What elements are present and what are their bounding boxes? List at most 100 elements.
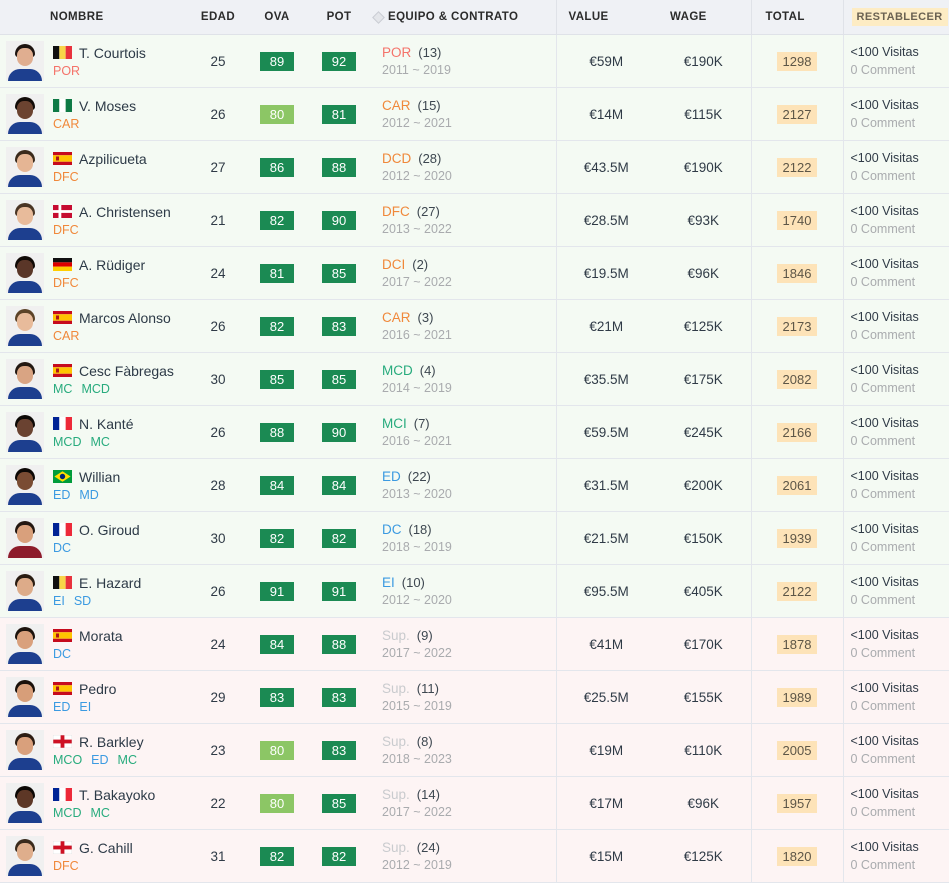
table-row[interactable]: G. Cahill DFC 31 82 82 Sup. (24) 2012 ~ 2019 €15…: [0, 829, 949, 883]
player-name[interactable]: Marcos Alonso: [79, 310, 171, 326]
table-row[interactable]: Marcos Alonso CAR 26 82 83 CAR (3) 2016 ~ 2021 €…: [0, 299, 949, 353]
table-row[interactable]: O. Giroud DC 30 82 82 DC (18) 2018 ~ 2019 €21.5M…: [0, 511, 949, 565]
cell-visitas[interactable]: <100 Visitas 0 Comment: [842, 670, 949, 724]
cell-equipo-contrato[interactable]: Sup. (9) 2017 ~ 2022: [370, 617, 556, 671]
cell-nombre[interactable]: Marcos Alonso CAR: [0, 299, 190, 353]
player-name[interactable]: T. Courtois: [79, 45, 146, 61]
cell-nombre[interactable]: N. Kanté MCD MC: [0, 405, 190, 459]
cell-equipo-contrato[interactable]: ED (22) 2013 ~ 2020: [370, 458, 556, 512]
contract-years: 2014 ~ 2019: [382, 381, 452, 395]
cell-visitas[interactable]: <100 Visitas 0 Comment: [842, 246, 949, 300]
table-row[interactable]: A. Christensen DFC 21 82 90 DFC (27) 2013 ~ 202…: [0, 193, 949, 247]
cell-pot: 85: [308, 776, 370, 830]
table-row[interactable]: Morata DC 24 84 88 Sup. (9) 2017 ~ 2022 €41M €170…: [0, 617, 949, 671]
cell-visitas[interactable]: <100 Visitas 0 Comment: [842, 458, 949, 512]
cell-visitas[interactable]: <100 Visitas 0 Comment: [842, 87, 949, 141]
table-row[interactable]: Cesc Fàbregas MC MCD 30 85 85 MCD (4) 2014 ~ 201…: [0, 352, 949, 406]
cell-nombre[interactable]: Cesc Fàbregas MC MCD: [0, 352, 190, 406]
cell-visitas[interactable]: <100 Visitas 0 Comment: [842, 405, 949, 459]
cell-visitas[interactable]: <100 Visitas 0 Comment: [842, 140, 949, 194]
table-row[interactable]: T. Bakayoko MCD MC 22 80 85 Sup. (14) 2017 ~ 202…: [0, 776, 949, 830]
cell-nombre[interactable]: V. Moses CAR: [0, 87, 190, 141]
column-header-value[interactable]: VALUE: [555, 0, 656, 35]
cell-nombre[interactable]: A. Rüdiger DFC: [0, 246, 190, 300]
player-name[interactable]: Morata: [79, 628, 123, 644]
player-name[interactable]: R. Barkley: [79, 734, 144, 750]
table-row[interactable]: T. Courtois POR 25 89 92 POR (13) 2011 ~ 2019 €5…: [0, 34, 949, 88]
cell-equipo-contrato[interactable]: CAR (15) 2012 ~ 2021: [370, 87, 556, 141]
cell-equipo-contrato[interactable]: DCD (28) 2012 ~ 2020: [370, 140, 556, 194]
player-name[interactable]: Willian: [79, 469, 120, 485]
cell-nombre[interactable]: A. Christensen DFC: [0, 193, 190, 247]
cell-nombre[interactable]: G. Cahill DFC: [0, 829, 190, 883]
header-label-nombre: NOMBRE: [50, 11, 104, 23]
cell-visitas[interactable]: <100 Visitas 0 Comment: [842, 299, 949, 353]
cell-equipo-contrato[interactable]: Sup. (14) 2017 ~ 2022: [370, 776, 556, 830]
column-header-total[interactable]: TOTAL: [750, 0, 843, 35]
player-name[interactable]: Azpilicueta: [79, 151, 147, 167]
cell-nombre[interactable]: T. Bakayoko MCD MC: [0, 776, 190, 830]
column-header-pot[interactable]: POT: [308, 0, 370, 35]
cell-equipo-contrato[interactable]: DCI (2) 2017 ~ 2022: [370, 246, 556, 300]
comments-count: 0 Comment: [850, 646, 916, 660]
cell-value: €15M: [555, 829, 656, 883]
player-position: MC: [90, 805, 110, 820]
nationality-flag-icon: [53, 523, 72, 536]
table-row[interactable]: N. Kanté MCD MC 26 88 90 MCI (7) 2016 ~ 2021 €59.…: [0, 405, 949, 459]
player-name[interactable]: A. Rüdiger: [79, 257, 145, 273]
cell-visitas[interactable]: <100 Visitas 0 Comment: [842, 723, 949, 777]
cell-equipo-contrato[interactable]: MCI (7) 2016 ~ 2021: [370, 405, 556, 459]
column-header-ova[interactable]: OVA: [246, 0, 308, 35]
cell-equipo-contrato[interactable]: MCD (4) 2014 ~ 2019: [370, 352, 556, 406]
cell-nombre[interactable]: T. Courtois POR: [0, 34, 190, 88]
cell-visitas[interactable]: <100 Visitas 0 Comment: [842, 829, 949, 883]
cell-visitas[interactable]: <100 Visitas 0 Comment: [842, 193, 949, 247]
cell-equipo-contrato[interactable]: Sup. (8) 2018 ~ 2023: [370, 723, 556, 777]
player-name[interactable]: O. Giroud: [79, 522, 140, 538]
player-position: DFC: [53, 858, 79, 873]
table-row[interactable]: E. Hazard EI SD 26 91 91 EI (10) 2012 ~ 2020 €95.…: [0, 564, 949, 618]
player-name[interactable]: G. Cahill: [79, 840, 133, 856]
table-row[interactable]: V. Moses CAR 26 80 81 CAR (15) 2012 ~ 2021 €14M €…: [0, 87, 949, 141]
table-row[interactable]: Azpilicueta DFC 27 86 88 DCD (28) 2012 ~ 2020 €4…: [0, 140, 949, 194]
visits-count: <100 Visitas: [850, 628, 919, 642]
column-header-edad[interactable]: EDAD: [190, 0, 246, 35]
player-name[interactable]: A. Christensen: [79, 204, 171, 220]
player-name[interactable]: V. Moses: [79, 98, 136, 114]
cell-nombre[interactable]: Pedro ED EI: [0, 670, 190, 724]
column-header-nombre[interactable]: NOMBRE: [0, 0, 190, 35]
cell-nombre[interactable]: Azpilicueta DFC: [0, 140, 190, 194]
cell-equipo-contrato[interactable]: DFC (27) 2013 ~ 2022: [370, 193, 556, 247]
cell-visitas[interactable]: <100 Visitas 0 Comment: [842, 617, 949, 671]
cell-nombre[interactable]: E. Hazard EI SD: [0, 564, 190, 618]
cell-visitas[interactable]: <100 Visitas 0 Comment: [842, 352, 949, 406]
player-name[interactable]: T. Bakayoko: [79, 787, 155, 803]
cell-equipo-contrato[interactable]: Sup. (24) 2012 ~ 2019: [370, 829, 556, 883]
cell-visitas[interactable]: <100 Visitas 0 Comment: [842, 511, 949, 565]
cell-visitas[interactable]: <100 Visitas 0 Comment: [842, 564, 949, 618]
player-name[interactable]: N. Kanté: [79, 416, 133, 432]
cell-nombre[interactable]: O. Giroud DC: [0, 511, 190, 565]
player-name[interactable]: Cesc Fàbregas: [79, 363, 174, 379]
cell-equipo-contrato[interactable]: EI (10) 2012 ~ 2020: [370, 564, 556, 618]
cell-total: 2127: [750, 87, 843, 141]
cell-visitas[interactable]: <100 Visitas 0 Comment: [842, 34, 949, 88]
cell-nombre[interactable]: Morata DC: [0, 617, 190, 671]
restablecer-button[interactable]: RESTABLECER: [851, 8, 948, 26]
cell-equipo-contrato[interactable]: POR (13) 2011 ~ 2019: [370, 34, 556, 88]
column-header-equipo-contrato[interactable]: EQUIPO & CONTRATO: [370, 0, 556, 35]
cell-equipo-contrato[interactable]: DC (18) 2018 ~ 2019: [370, 511, 556, 565]
player-name[interactable]: E. Hazard: [79, 575, 141, 591]
player-name[interactable]: Pedro: [79, 681, 116, 697]
table-row[interactable]: Pedro ED EI 29 83 83 Sup. (11) 2015 ~ 2019 €25.5M…: [0, 670, 949, 724]
total-badge: 1820: [776, 846, 818, 866]
cell-visitas[interactable]: <100 Visitas 0 Comment: [842, 776, 949, 830]
cell-nombre[interactable]: R. Barkley MCO ED MC: [0, 723, 190, 777]
cell-nombre[interactable]: Willian ED MD: [0, 458, 190, 512]
table-row[interactable]: Willian ED MD 28 84 84 ED (22) 2013 ~ 2020 €31.5M…: [0, 458, 949, 512]
cell-equipo-contrato[interactable]: CAR (3) 2016 ~ 2021: [370, 299, 556, 353]
column-header-wage[interactable]: WAGE: [656, 0, 751, 35]
cell-equipo-contrato[interactable]: Sup. (11) 2015 ~ 2019: [370, 670, 556, 724]
table-row[interactable]: A. Rüdiger DFC 24 81 85 DCI (2) 2017 ~ 2022 €19.…: [0, 246, 949, 300]
table-row[interactable]: R. Barkley MCO ED MC 23 80 83 Sup. (8) 2018 ~ 202…: [0, 723, 949, 777]
